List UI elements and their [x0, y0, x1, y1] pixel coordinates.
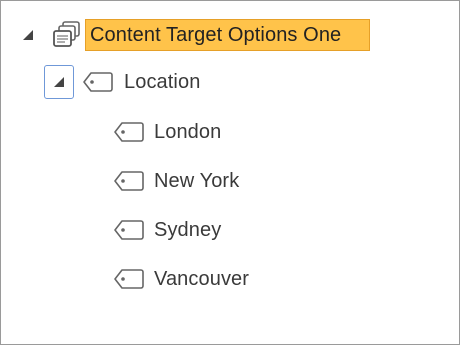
- tree-node-new-york[interactable]: New York: [113, 164, 239, 198]
- tree-node-location-label: Location: [124, 70, 201, 93]
- collapse-arrow-icon: [23, 30, 33, 40]
- tree-node-sydney-label: Sydney: [154, 218, 222, 241]
- expand-collapse-toggle-root[interactable]: [19, 26, 37, 44]
- tree-node-location[interactable]: Location: [44, 65, 200, 99]
- tree-node-sydney[interactable]: Sydney: [113, 213, 221, 247]
- collapse-arrow-icon: [54, 77, 64, 87]
- tree-node-london[interactable]: London: [113, 115, 221, 149]
- tag-icon: [113, 219, 145, 241]
- tree-node-root-label: Content Target Options One: [90, 23, 342, 46]
- tree-node-root[interactable]: Content Target Options One: [19, 18, 371, 52]
- tag-icon: [113, 121, 145, 143]
- tree-node-vancouver-label: Vancouver: [154, 267, 250, 290]
- tag-icon: [113, 268, 145, 290]
- tree-node-new-york-label: New York: [154, 169, 240, 192]
- stacked-documents-icon: [51, 20, 83, 50]
- tree-node-london-label: London: [154, 120, 222, 143]
- tree-node-vancouver[interactable]: Vancouver: [113, 262, 249, 296]
- tree-view-panel: Content Target Options One Location Lond…: [0, 0, 460, 345]
- expand-collapse-toggle-location[interactable]: [44, 65, 74, 99]
- tree-node-root-selection[interactable]: Content Target Options One: [85, 19, 371, 51]
- tag-icon: [113, 170, 145, 192]
- tag-icon: [82, 71, 114, 93]
